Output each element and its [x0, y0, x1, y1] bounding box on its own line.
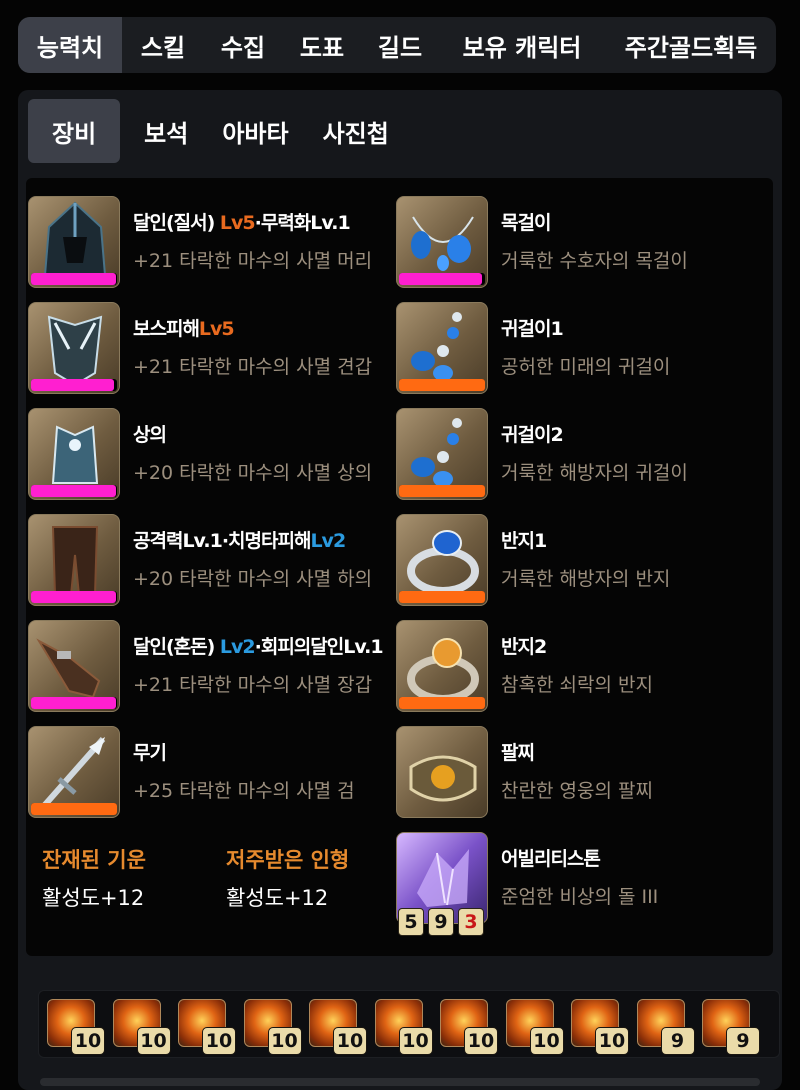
item-title: +21 타락한 마수의 사멸 머리 [133, 250, 373, 272]
quality-bar [31, 485, 117, 497]
item-name: 달인(혼돈) Lv2·회피의달인Lv.1 [133, 636, 384, 658]
gem-level-badge: 10 [333, 1027, 367, 1055]
character-panel: 장비 보석 아바타 사진첩 달인(질서) Lv5·무력화Lv.1 +21 타락한… [18, 90, 782, 1090]
item-name: 목걸이 [501, 212, 551, 234]
item-name: 보스피해Lv5 [133, 318, 235, 340]
quality-bar [31, 273, 117, 285]
quality-bar [399, 273, 485, 285]
ring-icon [396, 620, 488, 712]
item-title: 공허한 미래의 귀걸이 [501, 356, 671, 378]
equipment-slot-necklace[interactable]: 목걸이 거룩한 수호자의 목걸이 [396, 196, 766, 292]
gem-level-badge: 10 [267, 1027, 302, 1055]
item-title: 거룩한 해방자의 귀걸이 [501, 462, 688, 484]
item-name: 달인(질서) Lv5·무력화Lv.1 [133, 212, 351, 234]
gem-level-badge: 10 [595, 1027, 629, 1055]
tab-gems[interactable]: 보석 [120, 99, 204, 163]
stone-level-2: 9 [428, 908, 454, 936]
item-title: 참혹한 쇠락의 반지 [501, 674, 653, 696]
item-name: 공격력Lv.1·치명타피해Lv2 [133, 530, 346, 552]
gem-level-badge: 10 [136, 1027, 171, 1055]
quality-bar [399, 485, 485, 497]
equipment-slot-weapon[interactable]: 무기 +25 타락한 마수의 사멸 검 [28, 726, 398, 822]
item-name: 팔찌 [501, 742, 535, 764]
equipment-slot-helmet[interactable]: 달인(질서) Lv5·무력화Lv.1 +21 타락한 마수의 사멸 머리 [28, 196, 398, 292]
gem-level-badge: 10 [529, 1027, 564, 1055]
necklace-icon [396, 196, 488, 288]
engraving-effect-value: 활성도+12 [42, 886, 145, 910]
gem-level-badge: 10 [71, 1027, 105, 1055]
engraving-effect-title: 잔재된 기운 [42, 848, 146, 872]
earring-icon [396, 408, 488, 500]
tab-skills[interactable]: 스킬 [122, 17, 204, 73]
helmet-icon [28, 196, 120, 288]
equipment-slot-pants[interactable]: 공격력Lv.1·치명타피해Lv2 +20 타락한 마수의 사멸 하의 [28, 514, 398, 610]
engraving-effect-value: 활성도+12 [226, 886, 329, 910]
tab-stats[interactable]: 능력치 [18, 17, 122, 73]
gem-level-badge: 10 [398, 1027, 433, 1055]
tab-avatar[interactable]: 아바타 [204, 99, 306, 163]
equipment-slot-shoulder[interactable]: 보스피해Lv5 +21 타락한 마수의 사멸 견갑 [28, 302, 398, 398]
stone-level-1: 5 [398, 908, 424, 936]
earring-icon [396, 302, 488, 394]
tab-owned-characters[interactable]: 보유 캐릭터 [438, 17, 606, 73]
equipment-slot-gloves[interactable]: 달인(혼돈) Lv2·회피의달인Lv.1 +21 타락한 마수의 사멸 장갑 [28, 620, 398, 716]
bracelet-icon [396, 726, 488, 818]
tab-guild[interactable]: 길드 [362, 17, 438, 73]
item-name: 어빌리티스톤 [501, 848, 601, 870]
tab-collection[interactable]: 수집 [204, 17, 282, 73]
item-title: 거룩한 해방자의 반지 [501, 568, 671, 590]
item-title: +20 타락한 마수의 사멸 상의 [133, 462, 373, 484]
main-tab-bar: 능력치 스킬 수집 도표 길드 보유 캐릭터 주간골드획득 [18, 17, 776, 73]
quality-bar [31, 591, 117, 603]
item-name: 귀걸이2 [501, 424, 564, 446]
tab-chart[interactable]: 도표 [282, 17, 362, 73]
chest-armor-icon [28, 408, 120, 500]
equipment-slot-chest[interactable]: 상의 +20 타락한 마수의 사멸 상의 [28, 408, 398, 504]
equipment-slot-ring-1[interactable]: 반지1 거룩한 해방자의 반지 [396, 514, 766, 610]
equipment-slot-earring-1[interactable]: 귀걸이1 공허한 미래의 귀걸이 [396, 302, 766, 398]
gem-row: 10 10 10 10 10 10 10 10 10 9 9 [38, 990, 780, 1058]
quality-bar [399, 697, 485, 709]
item-title: +25 타락한 마수의 사멸 검 [133, 780, 355, 802]
quality-bar [399, 591, 485, 603]
divider [40, 1078, 760, 1086]
item-title: +21 타락한 마수의 사멸 견갑 [133, 356, 373, 378]
sub-tab-bar: 장비 보석 아바타 사진첩 [28, 99, 405, 163]
gem-level-badge: 9 [726, 1027, 760, 1055]
engraving-effect-title: 저주받은 인형 [226, 848, 350, 872]
quality-bar [31, 697, 117, 709]
item-name: 귀걸이1 [501, 318, 564, 340]
item-name: 무기 [133, 742, 167, 764]
item-name: 상의 [133, 424, 167, 446]
equipment-slot-bracelet[interactable]: 팔찌 찬란한 영웅의 팔찌 [396, 726, 766, 822]
quality-bar [31, 803, 117, 815]
item-name: 반지2 [501, 636, 547, 658]
ring-icon [396, 514, 488, 606]
gem-level-badge: 10 [464, 1027, 498, 1055]
gem-level-badge: 9 [660, 1027, 695, 1055]
item-title: +20 타락한 마수의 사멸 하의 [133, 568, 373, 590]
equipment-slot-ability-stone[interactable]: 5 9 3 어빌리티스톤 준엄한 비상의 돌 III [396, 832, 766, 942]
equipment-slot-earring-2[interactable]: 귀걸이2 거룩한 해방자의 귀걸이 [396, 408, 766, 504]
item-title: 준엄한 비상의 돌 III [501, 886, 659, 908]
tab-album[interactable]: 사진첩 [307, 99, 405, 163]
item-name: 반지1 [501, 530, 547, 552]
equipment-slot-ring-2[interactable]: 반지2 참혹한 쇠락의 반지 [396, 620, 766, 716]
quality-bar [31, 379, 117, 391]
tab-equipment[interactable]: 장비 [28, 99, 121, 163]
equipment-list: 달인(질서) Lv5·무력화Lv.1 +21 타락한 마수의 사멸 머리 보스피… [26, 178, 773, 956]
gem-level-badge: 10 [202, 1027, 236, 1055]
item-title: +21 타락한 마수의 사멸 장갑 [133, 674, 373, 696]
weapon-icon [28, 726, 120, 818]
quality-bar [399, 379, 485, 391]
pants-icon [28, 514, 120, 606]
tab-weekly-gold[interactable]: 주간골드획득 [606, 17, 776, 73]
stone-level-3: 3 [458, 908, 484, 936]
shoulder-icon [28, 302, 120, 394]
item-title: 거룩한 수호자의 목걸이 [501, 250, 688, 272]
gloves-icon [28, 620, 120, 712]
item-title: 찬란한 영웅의 팔찌 [501, 780, 653, 802]
